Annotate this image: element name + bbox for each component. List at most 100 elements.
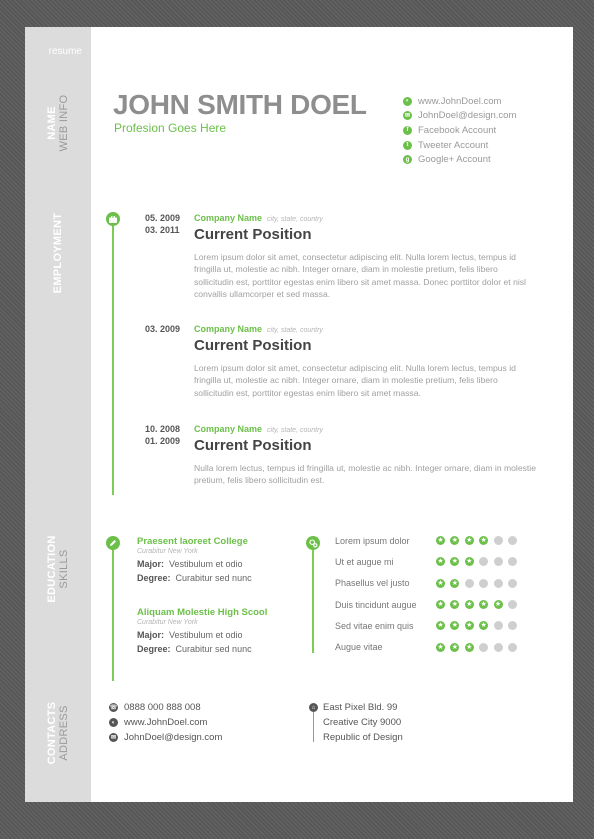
rating-star-filled-icon — [436, 620, 445, 631]
job-dates: 10. 2008 01. 2009 — [145, 424, 181, 446]
web-info-item[interactable]: g Google+ Account — [403, 152, 516, 167]
skill-row: Duis tincidunt augue — [335, 594, 522, 615]
contact-item[interactable]: ☏ 0888 000 888 008 — [109, 700, 222, 715]
facebook-icon: f — [403, 125, 412, 135]
web-info-list: ◐ www.JohnDoel.com ✉ JohnDoel@design.com… — [403, 94, 516, 167]
company-location: city, state, country — [267, 216, 323, 223]
job-dates: 03. 2009 — [145, 324, 181, 334]
rating-dot-empty-icon — [507, 642, 517, 652]
skills-timeline-line — [312, 549, 314, 653]
education-timeline-line — [112, 549, 114, 681]
rating-dot-empty-icon — [507, 578, 517, 588]
pencil-icon — [106, 536, 120, 550]
rating-star-filled-icon — [436, 556, 445, 567]
skills-list: Lorem ipsum dolor Ut et augue mi Phasellus… — [335, 530, 522, 658]
skill-rating — [436, 535, 522, 546]
rating-star-filled-icon — [450, 535, 460, 546]
skill-name: Augue vitae — [335, 642, 383, 653]
rating-star-filled-icon — [479, 620, 489, 631]
company-name: Company Name — [194, 213, 263, 223]
contacts-list: ☏ 0888 000 888 008 ◐ www.JohnDoel.com ✉ … — [109, 700, 222, 745]
rating-star-filled-icon — [464, 599, 474, 610]
company-location: city, state, country — [267, 427, 323, 434]
job-position: Current Position — [194, 226, 312, 243]
education-entry: Praesent laoreet College Curabitur New Y… — [137, 536, 252, 583]
contact-item[interactable]: ◐ www.JohnDoel.com — [109, 715, 222, 730]
rating-star-filled-icon — [450, 556, 460, 567]
skill-name: Phasellus vel justo — [335, 578, 410, 589]
company-name: Company Name — [194, 424, 263, 434]
rating-star-filled-icon — [436, 535, 445, 546]
rating-star-filled-icon — [464, 535, 474, 546]
rating-star-filled-icon — [450, 599, 460, 610]
rating-star-filled-icon — [436, 599, 445, 610]
web-info-item[interactable]: ✉ JohnDoel@design.com — [403, 109, 516, 124]
job-description: Lorem ipsum dolor sit amet, consectetur … — [194, 252, 526, 299]
globe-icon: ◐ — [109, 718, 118, 727]
contact-item[interactable]: ✉ JohnDoel@design.com — [109, 730, 222, 745]
job-position: Current Position — [194, 337, 312, 354]
skill-row: Sed vitae enim quis — [335, 615, 522, 636]
rating-dot-empty-icon — [493, 642, 503, 652]
rating-dot-empty-icon — [493, 578, 503, 588]
web-info-item[interactable]: ◐ www.JohnDoel.com — [403, 94, 516, 109]
web-info-item[interactable]: t Tweeter Account — [403, 138, 516, 153]
rating-star-filled-icon — [493, 599, 503, 610]
job-position: Current Position — [194, 437, 312, 454]
full-name: JOHN SMITH DOEL — [113, 89, 367, 120]
company-name: Company Name — [194, 324, 263, 334]
rating-dot-empty-icon — [507, 621, 517, 631]
skill-row: Augue vitae — [335, 636, 522, 657]
skill-name: Lorem ipsum dolor — [335, 535, 410, 546]
major: Vestibulum et odio — [169, 559, 243, 569]
job-description: Nulla lorem lectus, tempus id fringilla … — [194, 463, 536, 486]
briefcase-icon — [106, 212, 120, 226]
major: Vestibulum et odio — [169, 630, 243, 640]
phone-icon: ☏ — [109, 703, 118, 712]
skill-name: Duis tincidunt augue — [335, 599, 417, 610]
section-label-employment: EMPLOYMENT — [52, 212, 64, 294]
school-location: Curabitur New York — [137, 548, 198, 555]
rating-star-filled-icon — [479, 535, 489, 546]
rating-star-filled-icon — [436, 578, 445, 589]
twitter-icon: t — [403, 140, 412, 150]
rating-dot-empty-icon — [507, 600, 517, 610]
sidebar: resume NAME WEB INFO EMPLOYMENT EDUCATIO… — [25, 27, 91, 802]
section-label-name: NAME WEB INFO — [46, 94, 70, 152]
skill-rating — [436, 642, 522, 653]
degree: Curabitur sed nunc — [175, 644, 252, 654]
job-description: Lorem ipsum dolor sit amet, consectetur … — [194, 363, 516, 398]
rating-dot-empty-icon — [507, 557, 517, 567]
rating-star-filled-icon — [479, 599, 489, 610]
rating-dot-empty-icon — [479, 557, 489, 567]
rating-star-filled-icon — [450, 620, 460, 631]
address-line: Creative City 9000 — [323, 717, 402, 728]
skill-row: Lorem ipsum dolor — [335, 530, 522, 551]
job-dates: 05. 2009 03. 2011 — [145, 213, 181, 235]
rating-dot-empty-icon — [507, 536, 517, 546]
address-line-divider — [313, 712, 314, 742]
resume-brand: resume — [48, 46, 82, 57]
skill-row: Ut et augue mi — [335, 551, 522, 572]
email-icon: ✉ — [403, 111, 412, 121]
profession: Profesion Goes Here — [114, 121, 227, 135]
rating-star-filled-icon — [464, 642, 474, 653]
skill-name: Ut et augue mi — [335, 556, 394, 567]
gears-icon — [306, 536, 320, 550]
skill-rating — [436, 578, 522, 589]
rating-star-filled-icon — [450, 578, 460, 589]
degree: Curabitur sed nunc — [175, 573, 252, 583]
rating-star-filled-icon — [464, 620, 474, 631]
address-line: Republic of Design — [323, 732, 403, 743]
school-location: Curabitur New York — [137, 619, 198, 626]
web-info-item[interactable]: f Facebook Account — [403, 123, 516, 138]
address-block: ⌂ East Pixel Bld. 99 Creative City 9000 … — [309, 700, 403, 745]
rating-dot-empty-icon — [479, 578, 489, 588]
globe-icon: ◐ — [403, 96, 412, 106]
education-entry: Aliquam Molestie High Scool Curabitur Ne… — [137, 607, 268, 654]
skill-name: Sed vitae enim quis — [335, 620, 414, 631]
skill-row: Phasellus vel justo — [335, 573, 522, 594]
company-location: city, state, country — [267, 327, 323, 334]
school-name: Aliquam Molestie High Scool — [137, 607, 268, 618]
rating-dot-empty-icon — [479, 642, 489, 652]
